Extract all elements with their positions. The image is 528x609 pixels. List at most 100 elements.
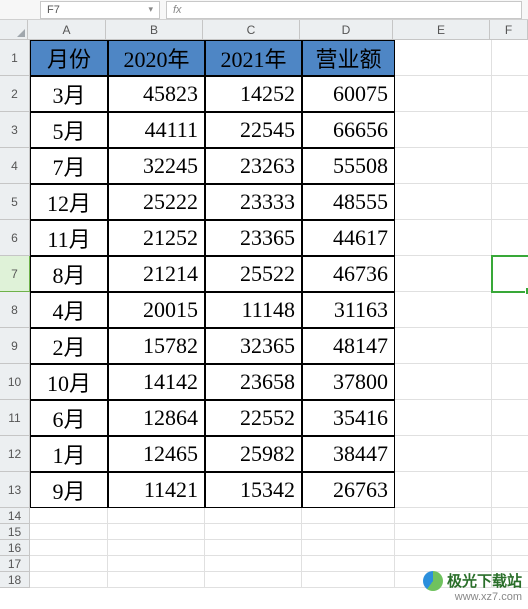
row-head-6[interactable]: 6 [0, 220, 30, 256]
cell[interactable] [395, 76, 492, 112]
data-cell-r6-C[interactable]: 23365 [205, 220, 302, 256]
data-cell-r12-C[interactable]: 25982 [205, 436, 302, 472]
cell[interactable] [302, 524, 395, 540]
col-head-F[interactable]: F [490, 20, 528, 40]
cell[interactable] [302, 508, 395, 524]
data-cell-r5-B[interactable]: 25222 [108, 184, 205, 220]
data-cell-r2-C[interactable]: 14252 [205, 76, 302, 112]
data-cell-r6-D[interactable]: 44617 [302, 220, 395, 256]
cell[interactable] [205, 508, 302, 524]
row-head-5[interactable]: 5 [0, 184, 30, 220]
data-cell-r12-A[interactable]: 1月 [30, 436, 108, 472]
data-cell-r5-C[interactable]: 23333 [205, 184, 302, 220]
cell[interactable] [492, 40, 528, 76]
cell[interactable] [492, 540, 528, 556]
cell[interactable] [205, 556, 302, 572]
data-cell-r12-D[interactable]: 38447 [302, 436, 395, 472]
data-cell-r3-A[interactable]: 5月 [30, 112, 108, 148]
cell[interactable] [108, 508, 205, 524]
cell[interactable] [492, 328, 528, 364]
cell[interactable] [30, 572, 108, 588]
row-head-17[interactable]: 17 [0, 556, 30, 572]
data-cell-r10-D[interactable]: 37800 [302, 364, 395, 400]
data-cell-r10-B[interactable]: 14142 [108, 364, 205, 400]
data-cell-r11-D[interactable]: 35416 [302, 400, 395, 436]
row-head-11[interactable]: 11 [0, 400, 30, 436]
cell[interactable] [395, 148, 492, 184]
data-cell-r9-A[interactable]: 2月 [30, 328, 108, 364]
data-cell-r13-C[interactable]: 15342 [205, 472, 302, 508]
data-cell-r10-A[interactable]: 10月 [30, 364, 108, 400]
data-cell-r2-A[interactable]: 3月 [30, 76, 108, 112]
cell[interactable] [492, 76, 528, 112]
cell[interactable] [30, 540, 108, 556]
col-head-B[interactable]: B [106, 20, 203, 40]
cell[interactable] [395, 400, 492, 436]
cell[interactable] [395, 572, 492, 588]
data-cell-r4-A[interactable]: 7月 [30, 148, 108, 184]
cell[interactable] [492, 112, 528, 148]
data-cell-r4-B[interactable]: 32245 [108, 148, 205, 184]
data-cell-r8-A[interactable]: 4月 [30, 292, 108, 328]
row-head-9[interactable]: 9 [0, 328, 30, 364]
data-cell-r2-D[interactable]: 60075 [302, 76, 395, 112]
cell[interactable] [395, 364, 492, 400]
data-cell-r11-B[interactable]: 12864 [108, 400, 205, 436]
cell[interactable] [395, 472, 492, 508]
data-cell-r8-D[interactable]: 31163 [302, 292, 395, 328]
cell[interactable] [492, 524, 528, 540]
row-head-7[interactable]: 7 [0, 256, 30, 292]
cell[interactable] [492, 556, 528, 572]
row-head-12[interactable]: 12 [0, 436, 30, 472]
row-head-16[interactable]: 16 [0, 540, 30, 556]
data-cell-r8-B[interactable]: 20015 [108, 292, 205, 328]
cell[interactable] [395, 112, 492, 148]
data-cell-r13-A[interactable]: 9月 [30, 472, 108, 508]
cell[interactable] [395, 292, 492, 328]
name-box-dropdown-icon[interactable]: ▾ [148, 4, 153, 15]
cell[interactable] [395, 328, 492, 364]
row-head-2[interactable]: 2 [0, 76, 30, 112]
row-head-8[interactable]: 8 [0, 292, 30, 328]
data-cell-r9-C[interactable]: 32365 [205, 328, 302, 364]
row-head-18[interactable]: 18 [0, 572, 30, 588]
col-head-D[interactable]: D [300, 20, 393, 40]
header-cell-c0[interactable]: 月份 [30, 40, 108, 76]
cell[interactable] [108, 556, 205, 572]
cell[interactable] [108, 524, 205, 540]
cell[interactable] [492, 572, 528, 588]
cell[interactable] [492, 292, 528, 328]
row-head-13[interactable]: 13 [0, 472, 30, 508]
row-head-15[interactable]: 15 [0, 524, 30, 540]
data-cell-r8-C[interactable]: 11148 [205, 292, 302, 328]
cell[interactable] [492, 184, 528, 220]
data-cell-r13-D[interactable]: 26763 [302, 472, 395, 508]
data-cell-r6-A[interactable]: 11月 [30, 220, 108, 256]
cell[interactable] [492, 508, 528, 524]
data-cell-r13-B[interactable]: 11421 [108, 472, 205, 508]
cell[interactable] [492, 256, 528, 292]
cell[interactable] [492, 220, 528, 256]
row-head-3[interactable]: 3 [0, 112, 30, 148]
data-cell-r5-A[interactable]: 12月 [30, 184, 108, 220]
cell[interactable] [395, 220, 492, 256]
data-cell-r6-B[interactable]: 21252 [108, 220, 205, 256]
cell[interactable] [108, 540, 205, 556]
cell[interactable] [492, 472, 528, 508]
cell[interactable] [395, 40, 492, 76]
cell[interactable] [395, 436, 492, 472]
row-head-14[interactable]: 14 [0, 508, 30, 524]
cell[interactable] [108, 572, 205, 588]
name-box[interactable]: F7 ▾ [40, 1, 160, 19]
cell[interactable] [492, 364, 528, 400]
data-cell-r3-D[interactable]: 66656 [302, 112, 395, 148]
data-cell-r11-C[interactable]: 22552 [205, 400, 302, 436]
data-cell-r7-A[interactable]: 8月 [30, 256, 108, 292]
col-head-C[interactable]: C [203, 20, 300, 40]
cell[interactable] [302, 556, 395, 572]
data-cell-r12-B[interactable]: 12465 [108, 436, 205, 472]
cell[interactable] [205, 524, 302, 540]
data-cell-r7-B[interactable]: 21214 [108, 256, 205, 292]
data-cell-r10-C[interactable]: 23658 [205, 364, 302, 400]
data-cell-r11-A[interactable]: 6月 [30, 400, 108, 436]
